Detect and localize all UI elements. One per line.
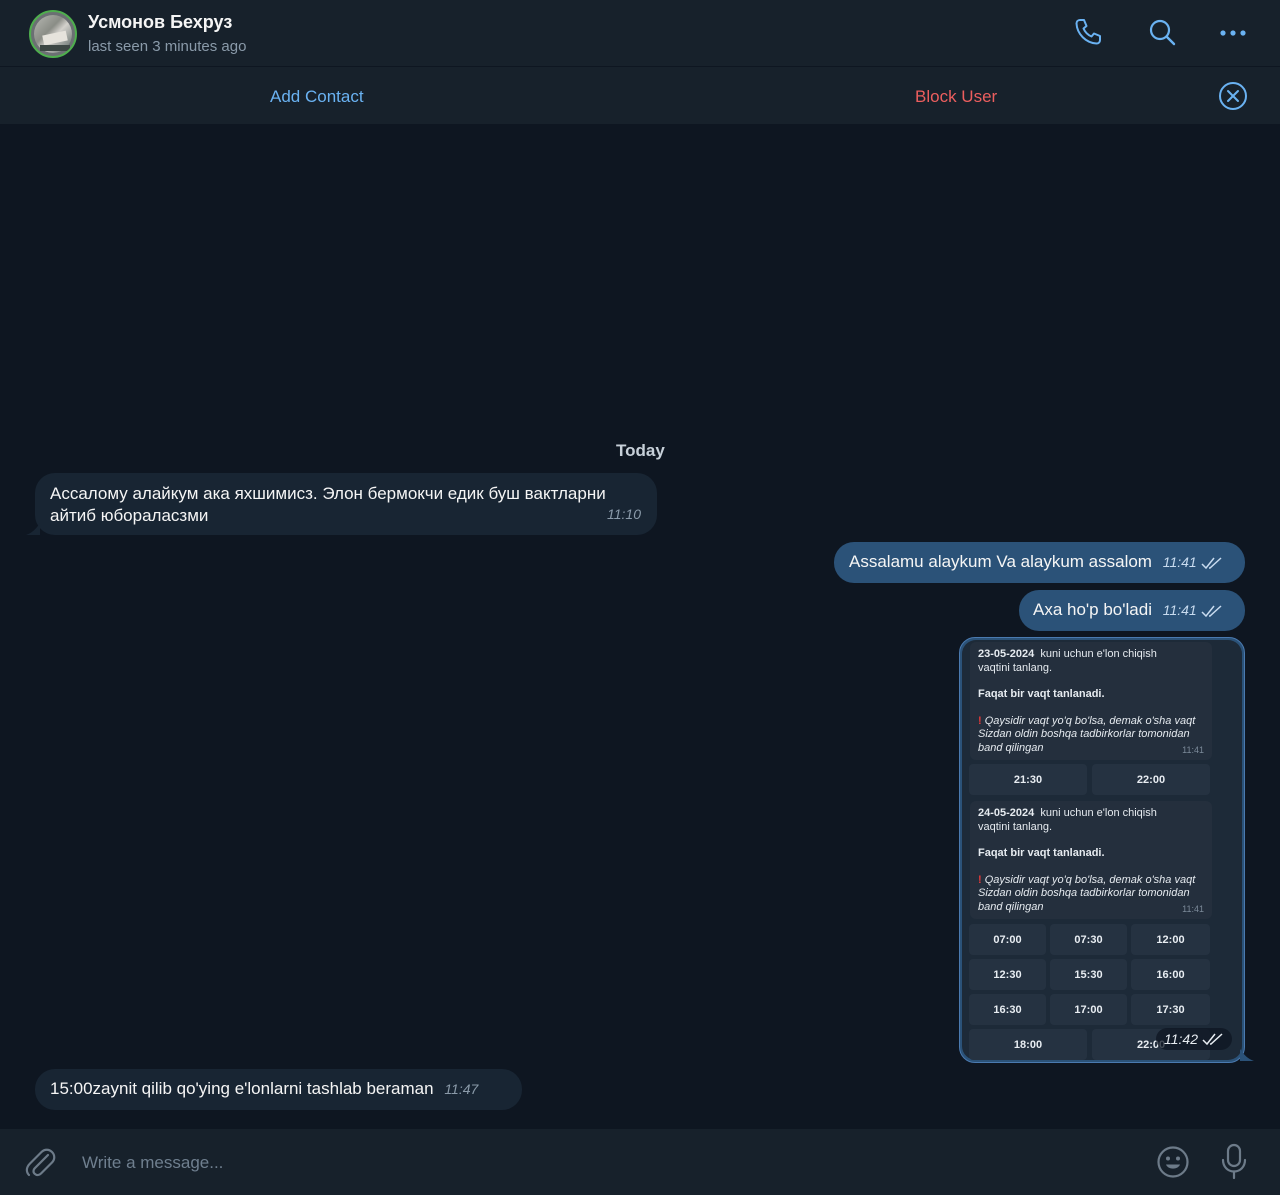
last-seen-status: last seen 3 minutes ago (88, 38, 247, 55)
message-text: 15:00zaynit qilib qo'ying e'lonlarni tas… (50, 1079, 434, 1098)
card-warning: Qaysidir vaqt yo'q bo'lsa, demak o'sha v… (978, 873, 1196, 913)
bubble-tail (26, 523, 40, 535)
time-slot-button: 07:30 (1050, 924, 1127, 955)
card-line: vaqtini tanlang. (978, 661, 1052, 674)
time-slot-button: 17:00 (1050, 994, 1127, 1025)
message-outgoing[interactable]: Assalamu alaykum Va alaykum assalom 11:4… (834, 542, 1245, 583)
card-line: kuni uchun e'lon chiqish (1040, 807, 1157, 819)
time-slot-button: 12:00 (1131, 924, 1210, 955)
message-time: 11:41 (1162, 554, 1197, 570)
message-time: 11:41 (1162, 602, 1197, 618)
card-line: kuni uchun e'lon chiqish (1040, 648, 1157, 660)
chat-header: Усмонов Бехруз last seen 3 minutes ago (0, 0, 1280, 67)
add-contact-button[interactable]: Add Contact (270, 87, 364, 107)
contact-action-bar: Add Contact Block User (0, 67, 1280, 125)
card-time: 11:41 (1182, 903, 1204, 914)
card-bold-note: Faqat bir vaqt tanlanadi. (978, 688, 1105, 700)
date-separator: Today (616, 441, 665, 460)
message-input[interactable] (80, 1151, 1084, 1175)
paperclip-icon[interactable] (24, 1145, 56, 1179)
message-composer (0, 1128, 1280, 1195)
search-icon[interactable] (1146, 16, 1178, 48)
time-slot-button: 21:30 (969, 764, 1087, 795)
message-text: Assalamu alaykum Va alaykum assalom (849, 552, 1152, 571)
message-text: Axa ho'p bo'ladi (1033, 600, 1152, 619)
message-time: 11:47 (444, 1081, 479, 1097)
message-time: 11:10 (607, 506, 641, 522)
read-ticks-icon (1201, 604, 1222, 617)
message-time: 11:42 (1164, 1031, 1198, 1047)
microphone-icon[interactable] (1218, 1143, 1250, 1181)
message-list[interactable]: Today Ассалому алайкум ака яхшимисз. Эло… (0, 125, 1280, 1128)
card-line: vaqtini tanlang. (978, 820, 1052, 833)
bot-message-card: 23-05-2024 kuni uchun e'lon chiqish vaqt… (970, 642, 1212, 760)
screenshot-image[interactable]: 23-05-2024 kuni uchun e'lon chiqish vaqt… (962, 640, 1242, 1060)
message-incoming[interactable]: Ассалому алайкум ака яхшимисз. Элон берм… (35, 473, 657, 535)
contact-name[interactable]: Усмонов Бехруз (88, 12, 232, 33)
block-user-button[interactable]: Block User (915, 87, 997, 107)
message-incoming[interactable]: 15:00zaynit qilib qo'ying e'lonlarni tas… (35, 1069, 522, 1110)
read-ticks-icon (1201, 556, 1222, 569)
time-slot-button: 12:30 (969, 959, 1046, 990)
avatar[interactable] (29, 10, 77, 58)
time-slot-button: 22:00 (1092, 764, 1210, 795)
exclamation-icon: ! (978, 714, 982, 727)
phone-icon[interactable] (1072, 16, 1104, 48)
time-slot-button: 17:30 (1131, 994, 1210, 1025)
message-text: Ассалому алайкум ака яхшимисз. Элон берм… (50, 484, 606, 525)
card-warning: Qaysidir vaqt yo'q bo'lsa, demak o'sha v… (978, 714, 1196, 754)
image-message[interactable]: 23-05-2024 kuni uchun e'lon chiqish vaqt… (959, 637, 1245, 1063)
card-time: 11:41 (1182, 744, 1204, 755)
bot-message-card: 24-05-2024 kuni uchun e'lon chiqish vaqt… (970, 801, 1212, 919)
close-icon[interactable] (1218, 81, 1248, 111)
bubble-tail (1240, 1049, 1254, 1061)
exclamation-icon: ! (978, 873, 982, 886)
time-slot-button: 18:00 (969, 1029, 1087, 1060)
message-outgoing[interactable]: Axa ho'p bo'ladi 11:41 (1019, 590, 1245, 631)
read-ticks-icon (1202, 1033, 1223, 1046)
card-bold-note: Faqat bir vaqt tanlanadi. (978, 847, 1105, 859)
time-slot-button: 15:30 (1050, 959, 1127, 990)
time-slot-button: 16:30 (969, 994, 1046, 1025)
card-date: 23-05-2024 (978, 648, 1035, 660)
time-slot-button: 07:00 (969, 924, 1046, 955)
emoji-icon[interactable] (1156, 1145, 1190, 1179)
more-icon[interactable] (1217, 16, 1249, 48)
card-date: 24-05-2024 (978, 807, 1035, 819)
time-slot-button: 16:00 (1131, 959, 1210, 990)
image-time-badge: 11:42 (1156, 1028, 1232, 1050)
